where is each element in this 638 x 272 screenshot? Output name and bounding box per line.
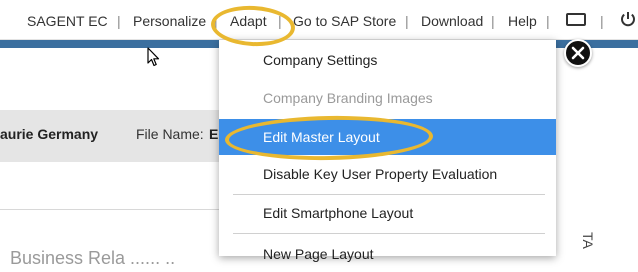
nav-separator: | <box>491 13 495 29</box>
menu-separator <box>233 233 545 234</box>
right-panel <box>560 48 638 256</box>
nav-separator: | <box>546 13 550 29</box>
file-name-value: E <box>209 126 219 142</box>
close-icon[interactable] <box>564 39 592 67</box>
nav-download[interactable]: Download <box>421 12 483 30</box>
nav-separator: | <box>405 13 409 29</box>
side-tab-label[interactable]: TA <box>580 232 596 249</box>
nav-separator: | <box>117 13 121 29</box>
menu-item-company-branding-images: Company Branding Images <box>263 90 433 106</box>
page-area <box>0 48 220 110</box>
nav-help[interactable]: Help <box>508 12 537 30</box>
nav-sagent-ec[interactable]: SAGENT EC <box>27 12 108 30</box>
cursor-arrow-icon <box>147 47 161 72</box>
nav-personalize[interactable]: Personalize <box>133 12 206 30</box>
menu-item-new-page-layout[interactable]: New Page Layout <box>219 236 556 272</box>
section-heading: Business Rela ...... .. <box>10 248 176 268</box>
menu-item-edit-smartphone-layout[interactable]: Edit Smartphone Layout <box>219 195 556 231</box>
top-nav-bar: SAGENT EC | Personalize | Adapt | Go to … <box>0 0 638 40</box>
nav-go-to-sap-store[interactable]: Go to SAP Store <box>293 12 396 30</box>
power-icon[interactable] <box>619 10 637 28</box>
menu-item-company-settings[interactable]: Company Settings <box>219 42 556 78</box>
file-name-label: File Name: <box>136 126 204 142</box>
nav-separator: | <box>600 13 604 29</box>
window-icon[interactable] <box>566 13 586 26</box>
menu-item-disable-key-user-property-evaluation[interactable]: Disable Key User Property Evaluation <box>219 156 556 192</box>
divider <box>0 209 220 210</box>
employee-name: aurie Germany <box>0 126 99 142</box>
